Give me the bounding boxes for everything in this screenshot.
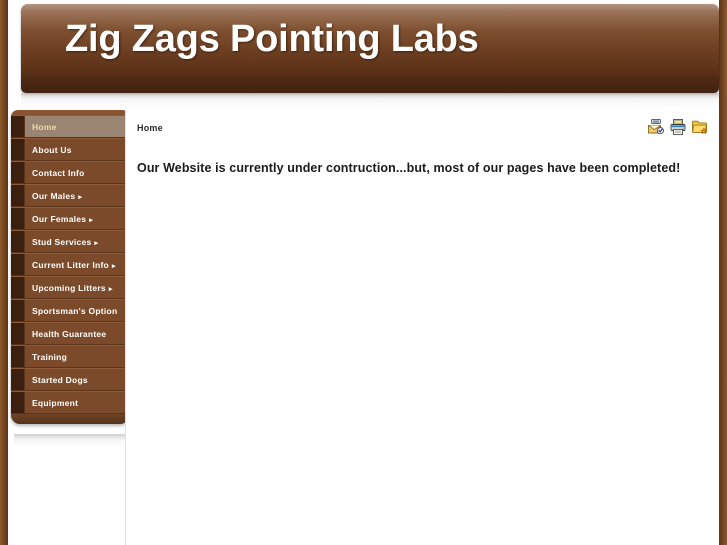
site-header: Zig Zags Pointing Labs: [8, 0, 719, 120]
menu-tab-block: [11, 277, 25, 298]
menu-tab-block: [11, 323, 25, 344]
body-area: Home About Us Contact Info Our Males ▸ Ou: [8, 110, 719, 545]
page-body-text: Our Website is currently under contructi…: [137, 161, 681, 175]
sidebar-item-label: Training: [32, 352, 68, 362]
sidebar-item-label: About Us: [32, 145, 72, 155]
menu-tab-block: [11, 116, 25, 137]
page-root: Zig Zags Pointing Labs Home About Us Con…: [0, 0, 727, 545]
bookmark-page-icon[interactable]: [691, 118, 709, 136]
menu-tab-block: [11, 346, 25, 367]
menu-tab-block: [11, 162, 25, 183]
sidebar-item-label: Started Dogs: [32, 375, 88, 385]
sidebar-item-label: Equipment: [32, 398, 79, 408]
sidebar-item-label: Sportsman's Option: [32, 306, 118, 316]
chevron-right-icon: ▸: [108, 285, 113, 293]
chevron-right-icon: ▸: [78, 193, 83, 201]
header-banner: Zig Zags Pointing Labs: [21, 4, 719, 93]
menu-tab-block: [11, 392, 25, 413]
chevron-right-icon: ▸: [89, 216, 94, 224]
sidebar-item-sportsmans-option[interactable]: Sportsman's Option: [11, 299, 129, 322]
header-reflection: [21, 93, 719, 109]
sidebar-item-label: Stud Services ▸: [32, 237, 99, 247]
sidebar-nav: Home About Us Contact Info Our Males ▸ Ou: [11, 110, 132, 448]
sidebar-menu-panel: Home About Us Contact Info Our Males ▸ Ou: [11, 110, 129, 424]
sidebar-item-our-males[interactable]: Our Males ▸: [11, 184, 129, 207]
sidebar-item-label: Our Females ▸: [32, 214, 94, 224]
breadcrumb: Home: [137, 123, 163, 133]
sidebar-item-health-guarantee[interactable]: Health Guarantee: [11, 322, 129, 345]
sidebar-item-stud-services[interactable]: Stud Services ▸: [11, 230, 129, 253]
page-tools: [647, 118, 709, 136]
chevron-right-icon: ▸: [112, 262, 116, 270]
sidebar-item-label: Contact Info: [32, 168, 85, 178]
menu-tab-block: [11, 300, 25, 321]
content-topbar: Home: [126, 110, 719, 143]
menu-tab-block: [11, 231, 25, 252]
sidebar-item-equipment[interactable]: Equipment: [11, 391, 129, 414]
sidebar-item-label: Current Litter Info ▸: [32, 260, 116, 270]
sidebar-item-label: Our Males ▸: [32, 191, 83, 201]
sidebar-menu-reflection: [14, 434, 132, 448]
sidebar-item-label: Health Guarantee: [32, 329, 107, 339]
site-title: Zig Zags Pointing Labs: [65, 18, 479, 60]
print-page-icon[interactable]: [669, 118, 687, 136]
sidebar-item-current-litter-info[interactable]: Current Litter Info ▸: [11, 253, 129, 276]
left-edge-strip: [0, 0, 8, 545]
sidebar-item-label: Home: [32, 122, 57, 132]
menu-tab-block: [11, 254, 25, 275]
menu-tab-block: [11, 185, 25, 206]
email-page-icon[interactable]: [647, 118, 665, 136]
sidebar-item-our-females[interactable]: Our Females ▸: [11, 207, 129, 230]
main-content: Home Our Website is currently under cont…: [125, 110, 719, 545]
menu-tab-block: [11, 369, 25, 390]
sidebar-item-started-dogs[interactable]: Started Dogs: [11, 368, 129, 391]
sidebar-item-training[interactable]: Training: [11, 345, 129, 368]
chevron-right-icon: ▸: [94, 239, 99, 247]
sidebar-item-about-us[interactable]: About Us: [11, 138, 129, 161]
right-edge-strip: [719, 0, 727, 545]
sidebar-item-home[interactable]: Home: [11, 115, 129, 138]
sidebar-item-contact-info[interactable]: Contact Info: [11, 161, 129, 184]
sidebar-item-upcoming-litters[interactable]: Upcoming Litters ▸: [11, 276, 129, 299]
sidebar-item-label: Upcoming Litters ▸: [32, 283, 113, 293]
menu-tab-block: [11, 208, 25, 229]
menu-tab-block: [11, 139, 25, 160]
